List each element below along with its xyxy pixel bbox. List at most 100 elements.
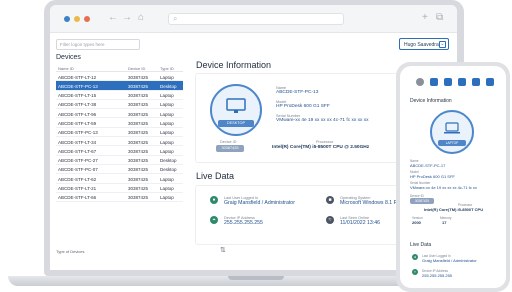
phone-version-value: 2000 [412,220,421,225]
cell-name: ABCDE-STF-LT-15 [58,93,97,99]
table-row[interactable]: ABCDE-STF-PC-13 30387425 Laptop [56,128,183,138]
window-dot-yellow[interactable] [74,16,80,22]
table-row[interactable]: ABCDE-STF-LT-59 30387425 Laptop [56,118,183,128]
cell-device-id: 30387425 [128,195,149,201]
cell-name: ABCDE-STF-LT-38 [58,102,97,108]
cell-type: Desktop [160,83,177,89]
processor-label: Processor [316,140,334,144]
column-header-type[interactable]: Type ID [160,66,174,71]
phone-network-icon: ⌖ [412,269,418,275]
phone-avatar-icon[interactable] [416,78,424,86]
table-row[interactable]: ABCDE-STF-LT-66 30387425 Laptop [56,193,183,203]
table-header: Name ID Device ID Type ID [56,65,183,72]
address-bar[interactable]: ⌕ [168,13,344,25]
table-row[interactable]: ABCDE-STF-LT-38 30387425 Laptop [56,100,183,110]
sort-icon[interactable]: ⇅ [220,246,226,254]
phone-ip-value: 255.255.255.255 [422,273,453,278]
table-row[interactable]: ABCDE-STF-LT-67 30387425 Laptop [56,146,183,156]
phone-nav-icon-3[interactable] [458,78,466,86]
table-row[interactable]: ABCDE-STF-PC-27 30387425 Desktop [56,156,183,165]
window-dot-red[interactable] [84,16,90,22]
cell-device-id: 30387425 [128,111,149,117]
cell-name: ABCDE-STF-PC-07 [58,167,98,173]
cell-name: ABCDE-STF-LT-96 [58,111,97,117]
table-row[interactable]: ABCDE-STF-LT-15 30387425 Laptop [56,91,183,100]
cell-type: Laptop [160,176,174,182]
logon-filter-input[interactable]: Filter logon types here [56,39,140,50]
cell-device-id: 30387425 [128,102,149,108]
phone-live-data-title: Live Data [410,242,432,248]
cell-name: ABCDE-STF-PC-27 [58,158,98,164]
user-menu-button[interactable]: Hugo Saavedra ⌄ [399,38,449,50]
monitor-icon [226,98,246,113]
laptop-notch [228,276,284,280]
new-tab-icon[interactable]: + [422,12,428,24]
model-value: HP ProDesk 600 G1 SFF [276,104,330,109]
table-row[interactable]: ABCDE-STF-LT-62 30387425 Laptop [56,174,183,184]
home-icon[interactable]: ⌂ [138,12,144,24]
processor-value: Intel(R) Core(TM) i5-8500T CPU @ 2.50GHz [272,145,370,150]
cell-device-id: 30387425 [128,158,149,164]
cell-type: Laptop [160,186,174,192]
cell-device-id: 30387425 [128,176,149,182]
cell-name: ABCDE-STF-PC-13 [58,130,98,136]
cell-type: Laptop [160,195,174,201]
last-user-value: Graig Mansfield / Administrator [224,200,295,206]
device-id-value: 30387425 [216,145,244,152]
table-row[interactable]: ABCDE-STF-PC-13 30387425 Desktop [56,81,183,91]
cell-device-id: 30387425 [128,83,149,89]
back-arrow-icon[interactable]: ← [108,12,118,24]
user-icon: ● [210,196,218,204]
search-icon: ⌕ [173,14,178,23]
device-id-label: Device ID [220,140,237,144]
cell-device-id: 30387425 [128,130,149,136]
phone-processor-value: Intel(R) Core(TM) i5-8500T CPU [424,207,484,212]
live-data-title: Live Data [196,171,235,181]
column-header-name[interactable]: Name ID [58,66,74,71]
table-row[interactable]: ABCDE-STF-LT-96 30387425 Laptop [56,109,183,119]
phone-nav-icon-4[interactable] [472,78,480,86]
table-row[interactable]: ABCDE-STF-LT-21 30387425 Laptop [56,184,183,193]
cell-name: ABCDE-STF-LT-12 [58,74,97,80]
phone-device-avatar: LAPTOP [430,110,474,154]
serial-value: VMware-xx 4e 19 xx xx xx 4c-71 fc xx xx … [276,118,369,123]
cell-device-id: 30387425 [128,93,149,99]
phone-nav-icon-5[interactable] [486,78,494,86]
devices-title: Devices [56,54,81,61]
phone-nav-icon-2[interactable] [444,78,452,86]
cell-type: Laptop [160,74,174,80]
os-value: Microsoft Windows 8.1 Pro [340,200,402,206]
table-row[interactable]: ABCDE-STF-LT-12 30387425 Laptop [56,72,183,82]
window-dot-blue[interactable] [64,16,70,22]
wifi-icon: ≈ [326,216,334,224]
cell-device-id: 30387425 [128,139,149,145]
windows-icon: ■ [326,196,334,204]
device-type-badge: DESKTOP [218,120,254,127]
device-types-label: Type of Devices [56,249,85,254]
ip-value: 255.255.255.255 [224,220,263,226]
cell-name: ABCDE-STF-PC-13 [58,83,98,89]
cell-name: ABCDE-STF-LT-62 [58,176,97,182]
table-row[interactable]: ABCDE-STF-PC-07 30387425 Desktop [56,165,183,175]
tabs-icon[interactable]: ⧉ [436,12,443,24]
cell-type: Laptop [160,111,174,117]
cell-device-id: 30387425 [128,74,149,80]
forward-arrow-icon[interactable]: → [122,12,132,24]
browser-toolbar: ← → ⌂ ⌕ + ⧉ [50,5,457,33]
phone-nav-icon-1[interactable] [430,78,438,86]
table-row[interactable]: ABCDE-STF-LT-34 30387425 Laptop [56,137,183,147]
cell-type: Laptop [160,120,174,126]
cell-type: Laptop [160,139,174,145]
phone-screen: Device Information LAPTOP Name ABCDE-STF… [400,66,506,288]
column-header-device-id[interactable]: Device ID [128,66,145,71]
cell-type: Desktop [160,158,177,164]
cell-device-id: 30387425 [128,167,149,173]
phone-last-user-value: Graig Mansfield / Administrator [422,258,477,263]
cell-device-id: 30387425 [128,148,149,154]
network-icon: ⌖ [210,216,218,224]
device-info-title: Device Information [196,60,272,70]
phone-serial-value: VMware-xx 4e 19 xx xx xx 4c-71 fc xx [410,185,477,190]
cell-name: ABCDE-STF-LT-34 [58,139,97,145]
cell-type: Laptop [160,130,174,136]
phone-memory-value: 17 [442,220,447,225]
